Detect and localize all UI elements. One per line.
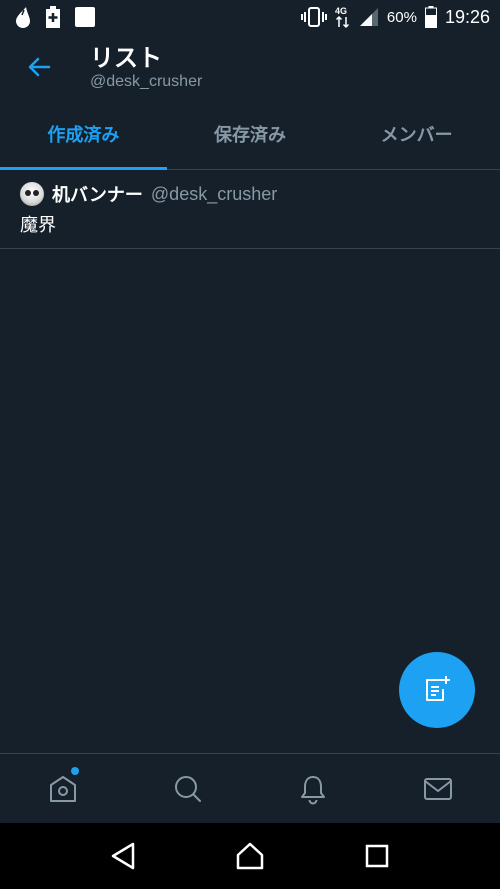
nav-search[interactable] [125,754,250,823]
home-icon [49,775,76,802]
tab-bar: 作成済み 保存済み メンバー [0,98,500,170]
page-title: リスト [90,44,162,72]
system-recents-button[interactable] [352,831,402,881]
list-description: 魔界 [20,215,56,236]
nav-messages[interactable] [375,754,500,823]
square-recents-icon [365,844,388,868]
svg-text:4G: 4G [335,6,347,16]
notifications-icon [300,775,325,804]
bottom-navigation [0,753,500,823]
network-type: 4G [335,5,351,29]
triangle-back-icon [112,842,135,870]
tab-created[interactable]: 作成済み [0,98,167,170]
clock: 19:26 [444,6,490,27]
signal-icon [359,7,379,27]
avatar [20,182,44,206]
new-list-icon [426,676,450,701]
list-item[interactable]: 机バンナー @desk_crusher 魔界 [0,171,500,249]
notification-square-icon [74,6,96,28]
battery-percent: 60% [386,8,417,26]
nav-home[interactable] [0,754,125,823]
back-button[interactable] [22,50,56,84]
arrow-left-icon [28,57,51,77]
battery-saver-icon [46,6,60,28]
create-list-button[interactable] [399,652,475,728]
page-subtitle: @desk_crusher [90,73,203,90]
house-outline-icon [236,842,264,870]
vibrate-icon [300,6,327,28]
tab-members[interactable]: メンバー [333,98,500,169]
battery-icon [424,6,437,28]
home-notification-dot [71,767,79,775]
list-name: 机バンナー [52,185,143,206]
list-owner: @desk_crusher [150,183,278,204]
status-bar: 4G 60% 19:26 [0,0,500,34]
drop-icon [14,6,32,28]
system-home-button[interactable] [225,831,275,881]
search-icon [174,775,201,802]
system-navigation [0,823,500,889]
messages-icon [423,777,452,800]
tab-saved[interactable]: 保存済み [167,98,334,169]
nav-notifications[interactable] [250,754,375,823]
header: リスト @desk_crusher [0,34,500,98]
system-back-button[interactable] [98,831,148,881]
